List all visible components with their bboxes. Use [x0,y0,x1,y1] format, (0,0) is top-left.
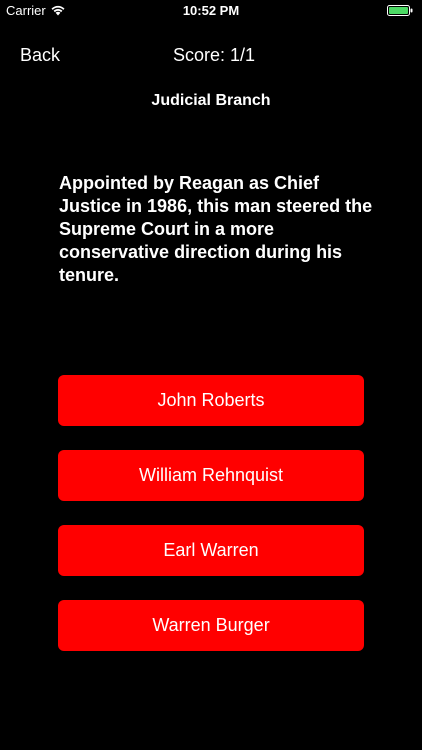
back-button[interactable]: Back [20,45,60,66]
question-text: Appointed by Reagan as Chief Justice in … [59,173,373,285]
status-bar: Carrier 10:52 PM [0,0,422,22]
status-time: 10:52 PM [182,3,240,18]
answer-button-john-roberts[interactable]: John Roberts [58,375,364,426]
answer-button-earl-warren[interactable]: Earl Warren [58,525,364,576]
answer-button-warren-burger[interactable]: Warren Burger [58,600,364,651]
battery-icon [387,5,413,16]
answer-list: John Roberts William Rehnquist Earl Warr… [58,375,364,675]
answer-button-william-rehnquist[interactable]: William Rehnquist [58,450,364,501]
category-title: Judicial Branch [151,92,271,109]
score-label: Score: 1/1 [173,45,256,65]
